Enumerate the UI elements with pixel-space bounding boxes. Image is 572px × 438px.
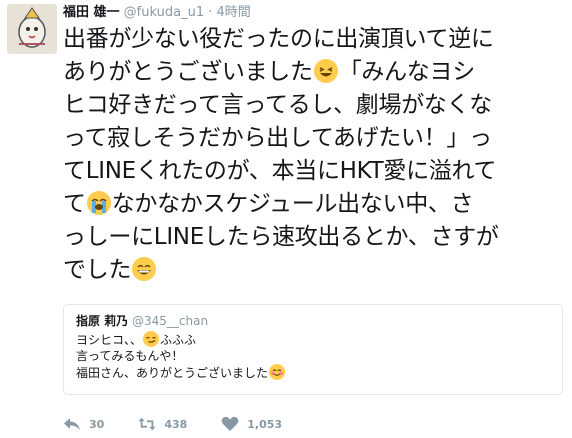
quoted-text-line: ヨシヒコ、、 ふふふ xyxy=(76,331,550,348)
tweet-text-line: てLINEくれたのが、本当にHKT愛に溢れて xyxy=(63,158,497,184)
tweet-text-segment: でした xyxy=(63,257,132,283)
tweet-text-line: っしーにLINEしたら速攻出るとか、さすが xyxy=(63,224,499,250)
tweet-text-segment: なかなかスケジュール出ない中、さ xyxy=(111,191,474,217)
heart-icon xyxy=(221,416,239,431)
quoted-tweet-header: 指原 莉乃 @345__chan xyxy=(76,313,550,329)
tweet-text-line: って寂しそうだから出してあげたい！」っ xyxy=(63,125,492,151)
grinning-face-icon xyxy=(132,257,157,281)
tweet-text-segment: て xyxy=(63,191,86,217)
reply-icon xyxy=(64,418,80,430)
author-handle[interactable]: @fukuda_u1 xyxy=(124,5,204,20)
reply-count: 30 xyxy=(89,417,105,431)
tweet-timestamp[interactable]: 4時間 xyxy=(217,5,251,20)
tweet-header: 福田 雄一 @fukuda_u1 · 4時間 xyxy=(63,5,251,21)
tweet-text-segment: 「みんなヨシ xyxy=(338,59,476,85)
quoted-author-handle: @345__chan xyxy=(132,314,209,328)
tweet-text-segment: ありがとうございました xyxy=(63,59,313,85)
quoted-text-segment: 福田さん、ありがとうございました xyxy=(76,366,269,380)
header-separator: · xyxy=(208,5,213,20)
reply-button[interactable]: 30 xyxy=(63,416,104,432)
tweet-text-line: 出番が少ない役だったのに出演頂いて逆に xyxy=(63,26,494,52)
loudly-crying-face-icon xyxy=(86,191,111,215)
retweet-button[interactable]: 438 xyxy=(138,416,187,432)
smirking-face-icon xyxy=(143,331,160,347)
grinning-squinting-face-icon xyxy=(313,59,338,83)
retweet-count: 438 xyxy=(164,417,188,431)
author-name[interactable]: 福田 雄一 xyxy=(63,5,120,20)
like-count: 1,053 xyxy=(247,417,283,431)
quoted-text-segment: ヨシヒコ、、 xyxy=(76,333,143,347)
like-button[interactable]: 1,053 xyxy=(221,416,282,432)
tweet-text: 出番が少ない役だったのに出演頂いて逆に ありがとうございました 「みんなヨシ ヒコ… xyxy=(63,23,563,287)
smiling-face-icon xyxy=(269,364,286,380)
tweet-text-line: ありがとうございました 「みんなヨシ xyxy=(63,56,563,89)
quoted-text-line: 福田さん、ありがとうございました xyxy=(76,364,550,381)
tweet-text-line: てなかなかスケジュール出ない中、さ xyxy=(63,188,563,221)
quoted-tweet[interactable]: 指原 莉乃 @345__chan ヨシヒコ、、 ふふふ 言ってみるもんや！ 福田さ… xyxy=(63,304,563,395)
author-avatar[interactable] xyxy=(7,4,57,54)
quoted-text-line: 言ってみるもんや！ xyxy=(76,349,184,363)
tweet-text-line: でした xyxy=(63,254,563,287)
quoted-author-name: 指原 莉乃 xyxy=(76,314,129,328)
quoted-text-segment: ふふふ xyxy=(160,333,197,347)
retweet-icon xyxy=(138,417,156,431)
tweet-text-line: ヒコ好きだって言ってるし、劇場がなくな xyxy=(63,92,493,118)
quoted-tweet-text: ヨシヒコ、、 ふふふ 言ってみるもんや！ 福田さん、ありがとうございました xyxy=(76,331,550,381)
tweet-actions: 30 438 1,053 xyxy=(63,414,316,434)
